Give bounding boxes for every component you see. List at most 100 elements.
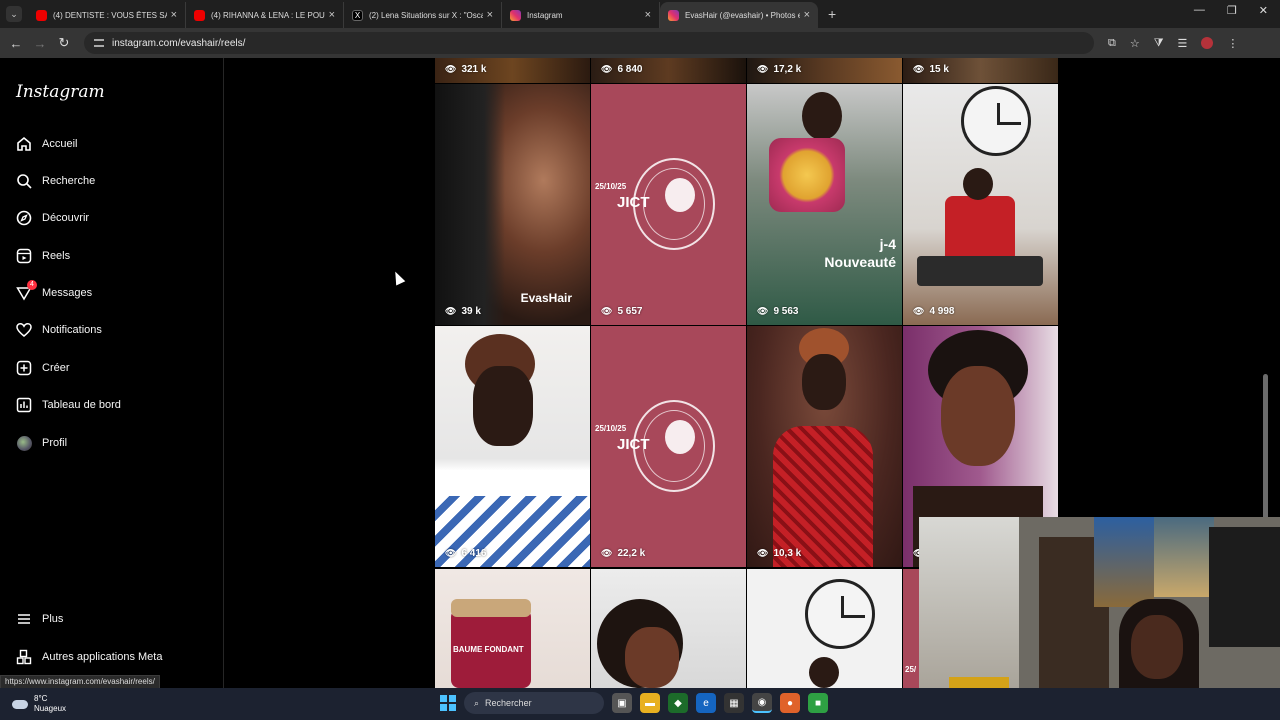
view-count: 👁 10,3 k [757, 548, 802, 559]
chrome-menu-icon[interactable]: ⋮ [1227, 37, 1238, 50]
taskbar-search[interactable]: ⌕ Rechercher [464, 692, 604, 714]
restore-icon[interactable]: ❐ [1227, 4, 1237, 17]
eye-icon: 👁 [445, 548, 457, 558]
tab-title: (2) Lena Situations sur X : "Oscar [369, 10, 483, 20]
browser-tab-active[interactable]: EvasHair (@evashair) • Photos et × [660, 2, 818, 28]
menu-icon [16, 611, 32, 627]
new-tab-icon[interactable]: + [828, 6, 836, 22]
home-icon [16, 136, 32, 152]
reel-thumbnail[interactable]: 👁 321 k [435, 58, 590, 83]
x-icon: X [352, 9, 363, 21]
sidebar-item-plus[interactable]: Plus [16, 611, 63, 627]
tab-strip: ⌄ (4) DENTISTE : VOUS ÊTES SALE × (4) RI… [0, 0, 1280, 28]
eye-icon: 👁 [757, 306, 769, 316]
chrome-icon[interactable]: ◉ [752, 693, 772, 713]
sidebar-item-tableau-de-bord[interactable]: Tableau de bord [16, 397, 121, 413]
reel-thumbnail[interactable]: 25/10/25 JICT 👁 22,2 k [591, 326, 746, 567]
reel-thumbnail[interactable]: 25/10/25 JICT 👁 5 657 [591, 84, 746, 325]
install-app-icon[interactable]: ⧉ [1108, 37, 1116, 50]
reel-thumbnail[interactable]: 👁 15 k [903, 58, 1058, 83]
store-icon[interactable]: ▦ [724, 693, 744, 713]
sidebar-item-label: Tableau de bord [42, 399, 121, 411]
site-info-icon[interactable] [94, 39, 104, 47]
browser-tab[interactable]: Instagram × [502, 2, 660, 28]
reel-thumbnail[interactable]: 👁 6 416 [435, 326, 590, 567]
weather-temp: 8°C [34, 694, 48, 703]
reel-thumbnail[interactable]: 👁 10,3 k [747, 326, 902, 567]
edge-icon[interactable]: e [696, 693, 716, 713]
reel-thumbnail[interactable] [591, 569, 746, 688]
app-icon[interactable]: ■ [808, 693, 828, 713]
back-icon[interactable]: ← [4, 36, 28, 51]
firefox-icon[interactable]: ● [780, 693, 800, 713]
task-view-icon[interactable]: ▣ [612, 693, 632, 713]
file-explorer-icon[interactable]: ▬ [640, 693, 660, 713]
sidebar-item-accueil[interactable]: Accueil [16, 136, 77, 152]
cloud-icon [12, 699, 28, 709]
reel-thumbnail[interactable]: BAUME FONDANT [435, 569, 590, 688]
browser-tab[interactable]: (4) DENTISTE : VOUS ÊTES SALE × [28, 2, 186, 28]
media-icon[interactable]: ☰ [1178, 37, 1188, 50]
messenger-icon: 4 [16, 280, 37, 301]
eye-icon: 👁 [445, 64, 457, 74]
compass-icon [16, 210, 32, 226]
status-url: https://www.instagram.com/evashair/reels… [0, 675, 160, 689]
tab-title: (4) DENTISTE : VOUS ÊTES SALE [53, 10, 167, 20]
sidebar-item-creer[interactable]: Créer [16, 360, 70, 376]
browser-tab[interactable]: X (2) Lena Situations sur X : "Oscar × [344, 2, 502, 28]
reel-thumbnail[interactable] [747, 569, 902, 688]
sidebar-item-messages[interactable]: 4 Messages [16, 280, 92, 301]
close-icon[interactable]: × [171, 9, 177, 21]
nvidia-icon[interactable]: ◆ [668, 693, 688, 713]
youtube-icon [36, 9, 47, 21]
sidebar-item-label: Découvrir [42, 212, 90, 224]
clock-image [961, 86, 1031, 156]
sidebar-item-notifications[interactable]: Notifications [16, 322, 102, 338]
view-count: 👁 5 657 [601, 306, 643, 317]
reel-thumbnail[interactable]: EvasHair 👁 39 k [435, 84, 590, 325]
forward-icon[interactable]: → [28, 36, 52, 51]
eye-icon: 👁 [601, 64, 613, 74]
instagram-logo[interactable]: Instagram [16, 82, 105, 102]
close-icon[interactable]: × [645, 9, 651, 21]
weather-widget[interactable]: 8°C Nuageux [12, 694, 66, 714]
tab-title: (4) RIHANNA & LENA : LE POUVOIR [211, 10, 325, 20]
sidebar-item-meta-apps[interactable]: Autres applications Meta [16, 649, 162, 665]
url-field[interactable]: instagram.com/evashair/reels/ [84, 32, 1094, 54]
reel-caption: JICT [617, 436, 650, 453]
view-count: 👁 22,2 k [601, 548, 646, 559]
windows-start-icon[interactable] [440, 695, 456, 711]
reel-thumbnail[interactable]: 👁 6 840 [591, 58, 746, 83]
close-icon[interactable]: × [804, 9, 810, 21]
reel-thumbnail[interactable]: 👁 4 998 [903, 84, 1058, 325]
reel-thumbnail[interactable]: j-4 Nouveauté 👁 9 563 [747, 84, 902, 325]
bookmark-star-icon[interactable]: ☆ [1130, 37, 1140, 50]
tab-search-icon[interactable]: ⌄ [6, 6, 22, 22]
browser-tab[interactable]: (4) RIHANNA & LENA : LE POUVOIR × [186, 2, 344, 28]
sidebar-item-recherche[interactable]: Recherche [16, 173, 95, 189]
view-count: 👁 9 563 [757, 306, 799, 317]
sidebar-item-reels[interactable]: Reels [16, 248, 70, 264]
view-count: 👁 17,2 k [757, 64, 802, 75]
minimize-icon[interactable]: — [1194, 4, 1205, 17]
chart-icon [16, 397, 32, 413]
avatar [16, 435, 32, 451]
reel-caption: j-4 [879, 236, 896, 252]
close-window-icon[interactable]: ✕ [1259, 4, 1268, 17]
instagram-sidebar: Instagram Accueil Recherche Découvrir Re… [0, 58, 224, 688]
extensions-icon[interactable]: ⧩ [1154, 37, 1164, 50]
reload-icon[interactable]: ↻ [52, 35, 76, 51]
sidebar-item-decouvrir[interactable]: Découvrir [16, 210, 89, 226]
reel-caption: 25/ [905, 665, 917, 674]
close-icon[interactable]: × [329, 9, 335, 21]
sidebar-item-label: Profil [42, 437, 68, 449]
close-icon[interactable]: × [487, 9, 493, 21]
sidebar-item-label: Reels [42, 250, 71, 262]
profile-avatar-icon[interactable] [1201, 37, 1214, 49]
eye-icon: 👁 [757, 64, 769, 74]
sidebar-item-profil[interactable]: Profil [16, 435, 67, 451]
instagram-icon [510, 9, 521, 21]
tab-title: Instagram [527, 10, 563, 20]
view-count: 👁 15 k [913, 64, 949, 75]
reel-thumbnail[interactable]: 👁 17,2 k [747, 58, 902, 83]
